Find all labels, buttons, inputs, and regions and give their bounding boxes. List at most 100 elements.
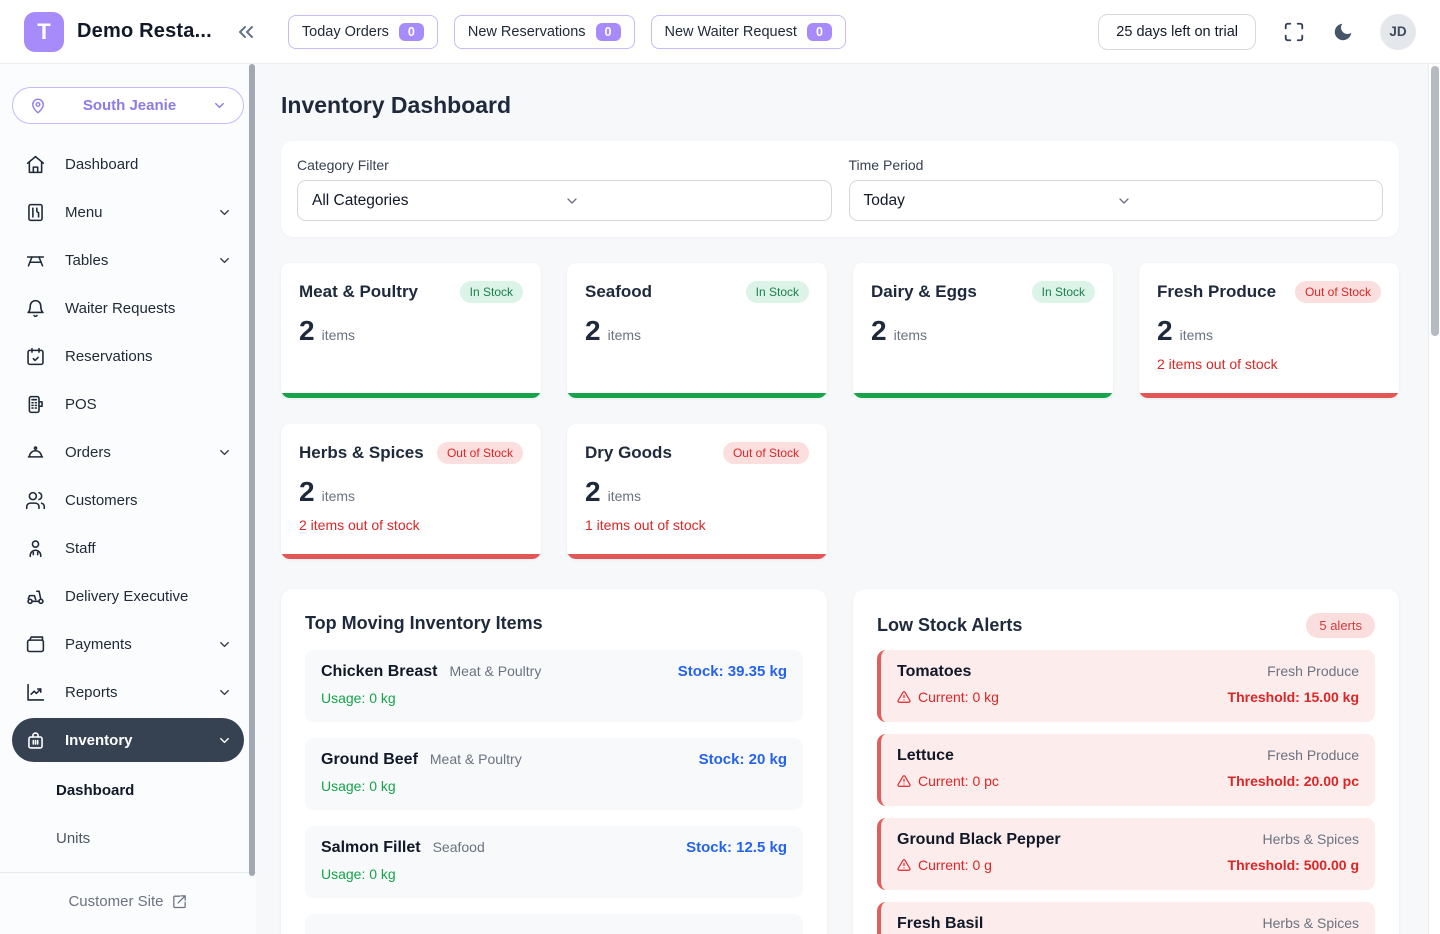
top-moving-title: Top Moving Inventory Items	[305, 613, 543, 634]
sidebar-nav: Dashboard Menu Tables	[0, 134, 256, 716]
sidebar-item[interactable]: POS	[12, 380, 244, 428]
alert-threshold: Threshold: 20.00 pc	[1228, 773, 1359, 789]
quick-action-button[interactable]: Today Orders 0	[288, 15, 438, 49]
sidebar-item-label: Payments	[65, 636, 217, 653]
category-filter-value: All Categories	[312, 192, 564, 210]
category-filter-label: Category Filter	[297, 157, 832, 173]
staff-icon	[24, 538, 46, 559]
status-bar	[281, 393, 541, 398]
category-card: Seafood In Stock 2 items	[567, 263, 827, 398]
location-pin-icon	[29, 97, 47, 115]
sidebar-item[interactable]: Orders	[12, 428, 244, 476]
inventory-basket-icon	[24, 730, 46, 751]
category-filter-select[interactable]: All Categories	[297, 180, 832, 221]
chevron-down-icon	[217, 637, 232, 652]
sidebar-item[interactable]: Dashboard	[12, 140, 244, 188]
stock-status-badge: In Stock	[746, 281, 809, 303]
menu-icon	[24, 202, 46, 223]
top-header: T Demo Resta... Today Orders 0 New Reser…	[0, 0, 1440, 64]
top-moving-list: Chicken Breast Meat & Poultry Stock: 39.…	[305, 650, 803, 898]
sidebar-item[interactable]: Payments	[12, 620, 244, 668]
alert-item-name: Ground Black Pepper	[897, 831, 1061, 849]
pos-terminal-icon	[24, 394, 46, 415]
main-scrollbar-thumb[interactable]	[1431, 66, 1439, 336]
category-card: Herbs & Spices Out of Stock 2 items 2 it…	[281, 424, 541, 559]
sidebar-subitem[interactable]: Units	[12, 814, 244, 862]
sidebar-item[interactable]: Delivery Executive	[12, 572, 244, 620]
low-stock-panel: Low Stock Alerts 5 alerts Tomatoes Fresh…	[853, 589, 1399, 934]
count-badge: 0	[807, 23, 832, 41]
sidebar-item-label: Orders	[65, 444, 217, 461]
trial-status-button[interactable]: 25 days left on trial	[1098, 14, 1256, 50]
location-selector[interactable]: South Jeanie	[12, 87, 244, 124]
sidebar-item[interactable]: Staff	[12, 524, 244, 572]
time-period-value: Today	[864, 192, 1116, 210]
list-item-partial	[305, 914, 803, 934]
low-stock-alert: Tomatoes Fresh Produce Current: 0 kg Thr…	[877, 650, 1375, 722]
low-stock-alert: Fresh Basil Herbs & Spices	[877, 902, 1375, 934]
inventory-subnav: DashboardUnits	[0, 762, 256, 862]
sidebar-item-label: Waiter Requests	[65, 300, 217, 317]
stock-status-badge: Out of Stock	[723, 442, 809, 464]
category-name: Fresh Produce	[1157, 282, 1276, 302]
item-name: Chicken Breast	[321, 663, 438, 681]
chevron-down-icon	[217, 733, 232, 748]
sidebar-item[interactable]: Reports	[12, 668, 244, 716]
alert-item-name: Fresh Basil	[897, 915, 983, 933]
tables-icon	[24, 250, 46, 271]
warning-triangle-icon	[897, 690, 911, 704]
sidebar-item-label: POS	[65, 396, 217, 413]
alert-current: Current: 0 kg	[918, 689, 999, 705]
sidebar-item[interactable]: Menu	[12, 188, 244, 236]
payments-wallet-icon	[24, 634, 46, 655]
quick-actions: Today Orders 0 New Reservations 0 New Wa…	[288, 15, 846, 49]
item-count: 2	[871, 315, 887, 347]
quick-action-button[interactable]: New Waiter Request 0	[651, 15, 846, 49]
dark-mode-toggle[interactable]	[1332, 21, 1354, 43]
top-moving-panel: Top Moving Inventory Items Chicken Breas…	[281, 589, 827, 934]
fullscreen-button[interactable]	[1283, 21, 1305, 43]
chevron-down-icon	[217, 445, 232, 460]
sidebar-subitem[interactable]: Dashboard	[12, 766, 244, 814]
warning-triangle-icon	[897, 858, 911, 872]
sidebar-item-label: Menu	[65, 204, 217, 221]
item-usage: Usage: 0 kg	[321, 690, 787, 706]
item-stock: Stock: 12.5 kg	[686, 839, 787, 856]
alert-threshold: Threshold: 500.00 g	[1228, 857, 1359, 873]
sidebar-item-label: Reservations	[65, 348, 217, 365]
sidebar-collapse-button[interactable]	[234, 20, 258, 44]
customer-site-link[interactable]: Customer Site	[68, 893, 187, 910]
item-stock: Stock: 39.35 kg	[678, 663, 787, 680]
sidebar: South Jeanie Dashboard Menu	[0, 64, 256, 934]
quick-action-label: New Reservations	[468, 24, 586, 40]
quick-action-button[interactable]: New Reservations 0	[454, 15, 635, 49]
chevron-down-icon	[217, 205, 232, 220]
alert-item-category: Fresh Produce	[1267, 747, 1359, 763]
alert-current: Current: 0 pc	[918, 773, 999, 789]
app-logo: T	[24, 12, 64, 52]
stock-status-badge: Out of Stock	[1295, 281, 1381, 303]
sidebar-item-inventory[interactable]: Inventory	[12, 718, 244, 762]
item-count-unit: items	[894, 327, 927, 343]
sidebar-item-label: Delivery Executive	[65, 588, 217, 605]
stock-status-badge: In Stock	[460, 281, 523, 303]
sidebar-item[interactable]: Reservations	[12, 332, 244, 380]
category-card: Meat & Poultry In Stock 2 items	[281, 263, 541, 398]
sidebar-item[interactable]: Customers	[12, 476, 244, 524]
home-icon	[24, 154, 46, 175]
sidebar-scrollbar[interactable]	[249, 64, 255, 876]
status-bar	[567, 393, 827, 398]
main-scrollbar[interactable]	[1428, 64, 1440, 934]
sidebar-item[interactable]: Tables	[12, 236, 244, 284]
sidebar-item-label: Customers	[65, 492, 217, 509]
main-content: Inventory Dashboard Category Filter All …	[256, 64, 1440, 934]
item-count: 2	[585, 476, 601, 508]
sidebar-item[interactable]: Waiter Requests	[12, 284, 244, 332]
user-avatar[interactable]: JD	[1380, 14, 1416, 50]
alerts-count-badge: 5 alerts	[1306, 613, 1375, 638]
page-title: Inventory Dashboard	[281, 92, 1399, 119]
time-period-select[interactable]: Today	[849, 180, 1384, 221]
out-of-stock-note: 1 items out of stock	[585, 517, 809, 533]
chevron-down-icon	[564, 193, 816, 209]
alert-item-name: Lettuce	[897, 747, 954, 765]
